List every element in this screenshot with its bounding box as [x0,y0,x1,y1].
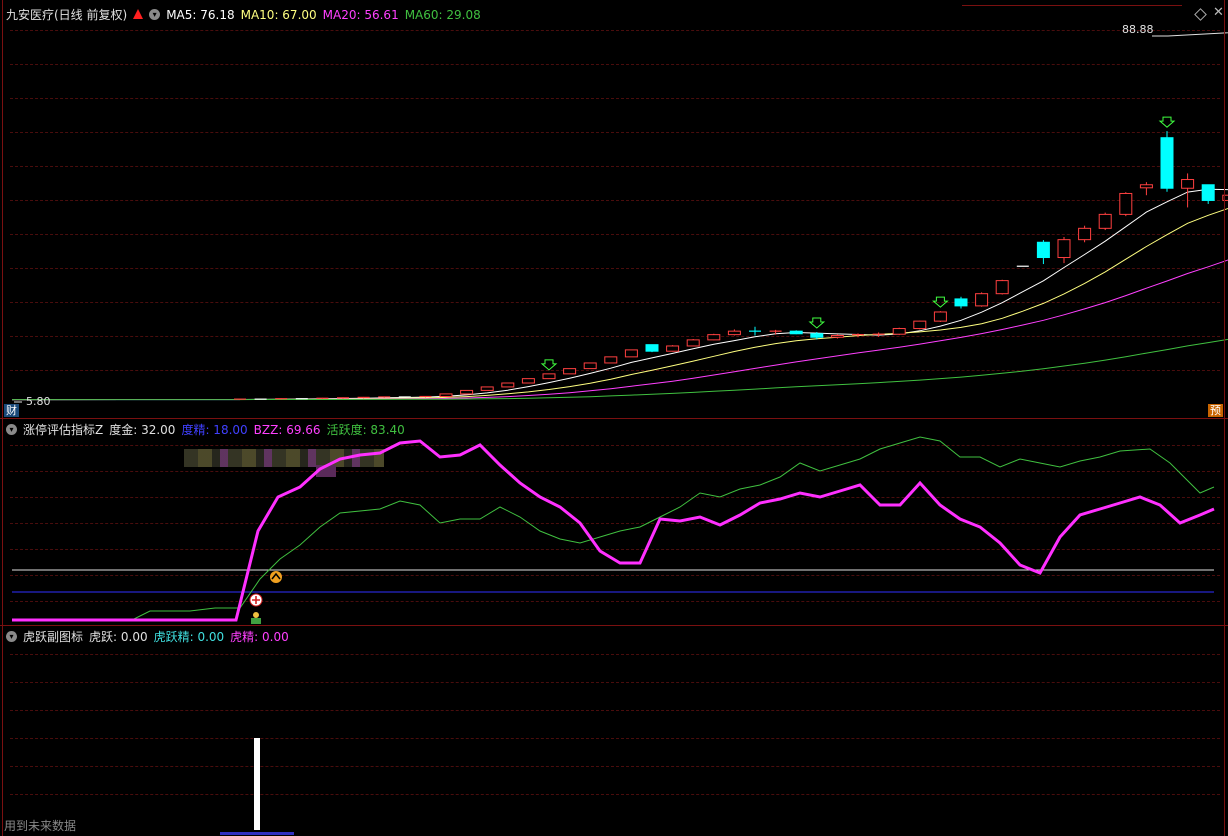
activity-line [12,436,1215,622]
candle [1078,225,1092,243]
candle [872,332,885,337]
indicator-pane-2[interactable]: ▾ 虎跃副图标 虎跃: 0.00 虎跃精: 0.00 虎精: 0.00 用到未来… [0,626,1228,836]
candle [892,327,906,336]
candle [686,338,700,347]
candle [254,398,267,400]
future-data-note: 用到未来数据 [4,819,77,833]
candle [295,398,308,400]
candle [460,389,474,395]
signal-bar [254,738,260,830]
high-price-label: 88.88 [1122,23,1154,36]
ma60-line [12,338,1228,401]
candle [501,382,515,388]
indicator-pane-1[interactable]: ▾ 涨停评估指标Z 度金: 32.00 度精: 18.00 BZZ: 69.66… [0,419,1228,625]
main-chart-pane[interactable]: 九安医疗(日线 前复权) ▾ MA5: 76.18 MA10: 67.00 MA… [0,0,1228,418]
plus-marker-icon [249,593,263,607]
candle [789,330,803,335]
candle [707,333,721,341]
left-border [2,0,3,836]
finance-badge[interactable]: 财 [4,404,19,417]
signal-arrow-icon [540,359,558,371]
candle [645,344,659,353]
forecast-badge[interactable]: 预 [1208,404,1223,417]
candle [913,320,927,330]
bottom-scrollbar[interactable] [220,832,294,835]
candle [954,296,968,309]
candle [439,393,453,398]
indicator-2-chart [254,738,260,830]
signal-up-icon [270,571,282,583]
low-price-label: 5.80 [26,395,51,408]
candle [398,396,411,398]
bzz-line [12,439,1215,622]
candle [1057,237,1071,264]
candle [975,292,989,307]
candle [933,311,947,323]
candle [563,368,577,375]
candle [624,349,638,358]
candle [1160,131,1174,192]
candle [666,345,680,352]
candle [727,329,741,336]
candle [1201,184,1215,204]
candle [749,326,761,336]
candle [542,373,556,380]
signal-arrow-icon [932,296,949,308]
candle [1139,182,1153,196]
right-border [1224,0,1225,836]
candle [583,362,597,370]
candle [604,356,618,364]
signal-arrow-icon [808,317,826,329]
candle [1098,212,1112,231]
candle [521,378,535,384]
ma10-line [11,207,1228,401]
person-marker-icon [251,612,261,624]
candle [1119,192,1133,217]
candle [995,279,1009,295]
candle [1181,173,1195,208]
candlestick-chart [11,32,1228,403]
high-pointer [1152,32,1228,37]
signal-arrow-icon [1158,116,1176,128]
candle [1036,240,1050,265]
ma20-line [11,259,1228,401]
candle [480,386,494,391]
indicator-1-chart [12,436,1215,624]
